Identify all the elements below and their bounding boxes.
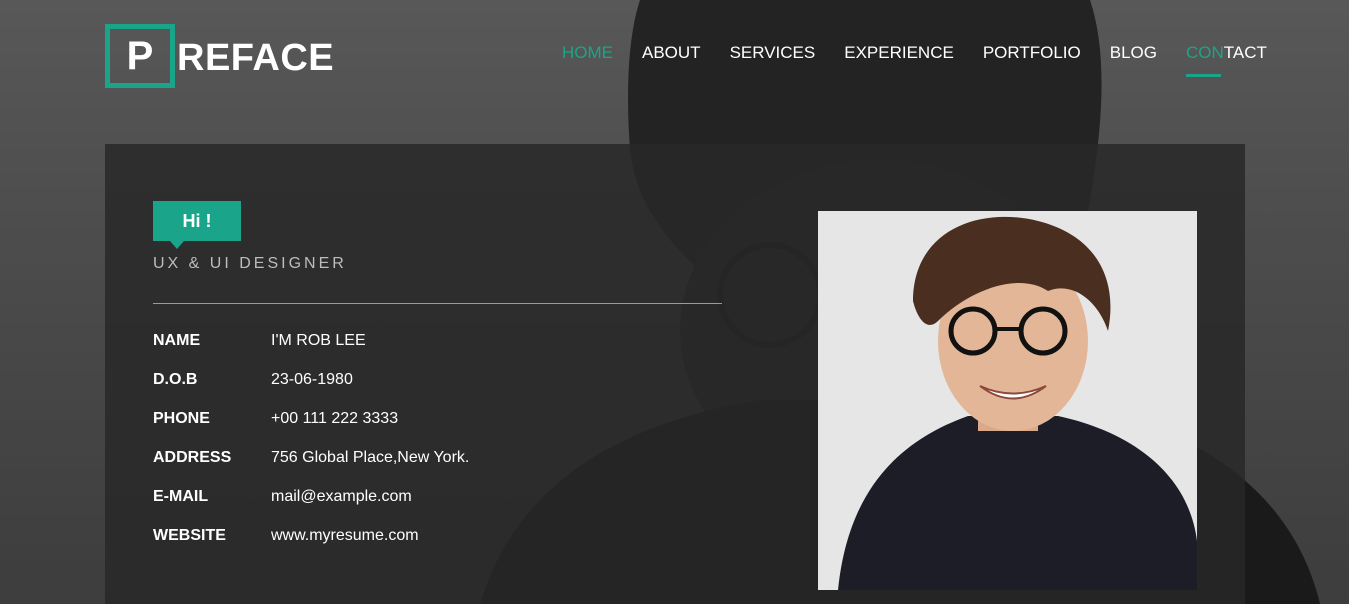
nav-about[interactable]: ABOUT (642, 43, 701, 63)
main-nav: HOME ABOUT SERVICES EXPERIENCE PORTFOLIO… (562, 43, 1296, 77)
logo-text: REFACE (177, 36, 335, 79)
info-value: 23-06-1980 (271, 371, 353, 388)
nav-services[interactable]: SERVICES (730, 43, 816, 63)
profile-photo (818, 211, 1197, 590)
greeting-badge: Hi ! (153, 201, 241, 249)
info-row-dob: D.O.B 23-06-1980 (153, 371, 469, 410)
nav-contact-rest: TACT (1223, 43, 1267, 62)
info-label: PHONE (153, 410, 210, 427)
info-label: E-MAIL (153, 488, 209, 505)
info-row-email: E-MAIL mail@example.com (153, 488, 469, 527)
nav-contact-underline (1186, 74, 1222, 77)
nav-blog[interactable]: BLOG (1110, 43, 1157, 63)
info-row-phone: PHONE +00 111 222 3333 (153, 410, 469, 449)
nav-experience[interactable]: EXPERIENCE (844, 43, 954, 63)
info-label: WEBSITE (153, 527, 226, 544)
info-row-name: NAME I'M ROB LEE (153, 332, 469, 371)
info-label: ADDRESS (153, 449, 232, 466)
info-value: mail@example.com (271, 488, 412, 505)
info-value: www.myresume.com (271, 527, 419, 544)
divider (153, 303, 722, 304)
nav-portfolio[interactable]: PORTFOLIO (983, 43, 1081, 63)
info-label: D.O.B (153, 371, 198, 388)
nav-contact-hover-part: CON (1186, 43, 1224, 62)
nav-home[interactable]: HOME (562, 43, 613, 63)
info-list: NAME I'M ROB LEE D.O.B 23-06-1980 PHONE … (153, 332, 469, 566)
profile-card: Hi ! UX & UI DESIGNER NAME I'M ROB LEE D… (105, 144, 1245, 604)
info-row-website: WEBSITE www.myresume.com (153, 527, 469, 566)
info-label: NAME (153, 332, 201, 349)
nav-contact[interactable]: CONTACT (1186, 43, 1267, 77)
info-value: +00 111 222 3333 (271, 410, 399, 427)
profile-portrait-image (818, 211, 1197, 590)
info-value: I'M ROB LEE (271, 332, 366, 349)
site-logo[interactable]: P REFACE (105, 24, 334, 88)
info-row-address: ADDRESS 756 Global Place,New York. (153, 449, 469, 488)
logo-mark: P (105, 24, 175, 88)
info-value: 756 Global Place,New York. (271, 449, 470, 466)
role-title: UX & UI DESIGNER (153, 255, 347, 272)
